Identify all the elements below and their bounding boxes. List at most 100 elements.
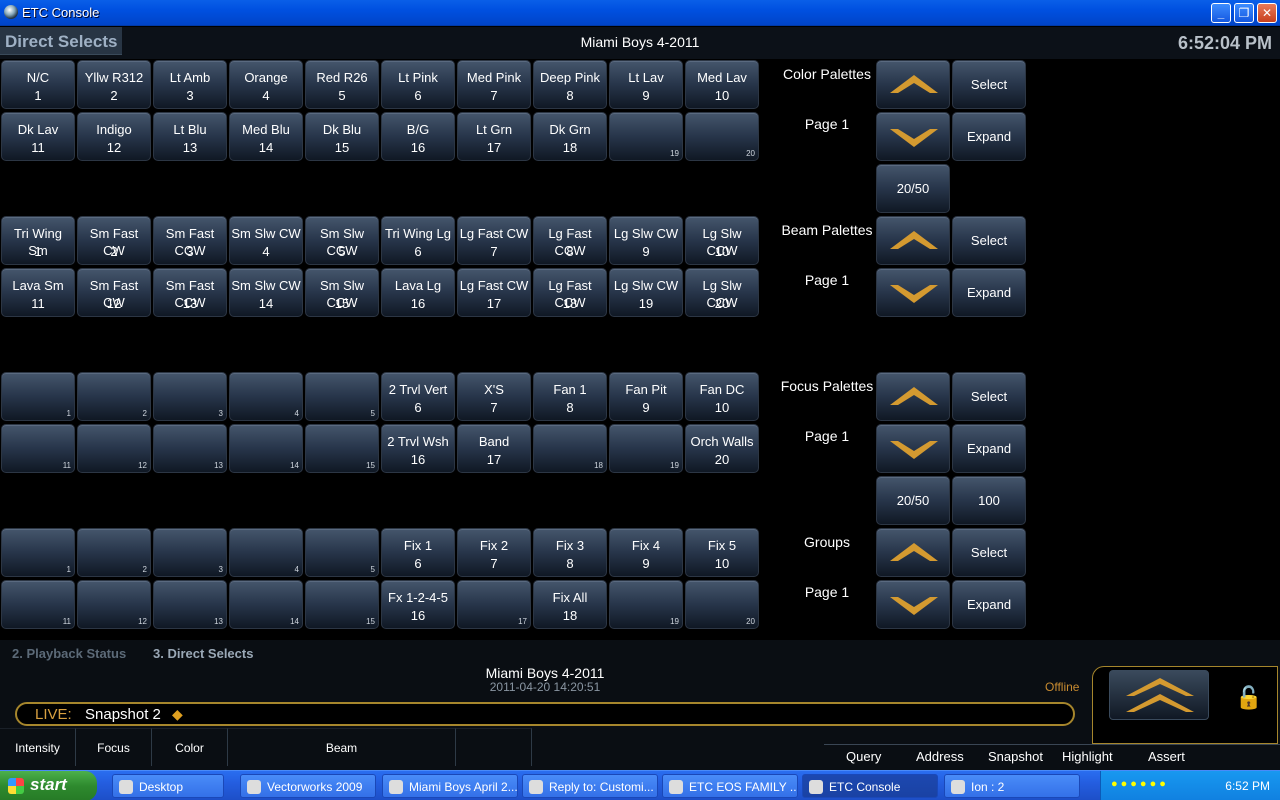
- groups-select-1[interactable]: 1: [1, 528, 75, 577]
- focus-select-4[interactable]: 4: [229, 372, 303, 421]
- groups-select-7[interactable]: Fix 2 7: [457, 528, 531, 577]
- beam-select-10[interactable]: Lg Slw CCW 10: [685, 216, 759, 265]
- focus-select-16[interactable]: 2 Trvl Wsh 16: [381, 424, 455, 473]
- category-focus[interactable]: Focus: [76, 728, 152, 766]
- beam-page-down-button[interactable]: [876, 268, 950, 317]
- beam-select-13[interactable]: Sm Fast CCW 13: [153, 268, 227, 317]
- beam-select-15[interactable]: Sm Slw CCW 15: [305, 268, 379, 317]
- task-vectorworks[interactable]: Vectorworks 2009: [240, 774, 376, 798]
- color-select-button[interactable]: Select: [952, 60, 1026, 109]
- mode-highlight[interactable]: Highlight: [1062, 749, 1113, 764]
- beam-expand-button[interactable]: Expand: [952, 268, 1026, 317]
- beam-select-3[interactable]: Sm Fast CCW 3: [153, 216, 227, 265]
- direct-selects-tab[interactable]: Direct Selects: [0, 27, 122, 55]
- tray-icons[interactable]: ●●●●●●: [1111, 778, 1169, 790]
- tab-direct-selects[interactable]: 3. Direct Selects: [153, 646, 253, 661]
- focus-select-10[interactable]: Fan DC 10: [685, 372, 759, 421]
- minimize-button[interactable]: _: [1211, 3, 1231, 23]
- beam-select-button[interactable]: Select: [952, 216, 1026, 265]
- groups-expand-button[interactable]: Expand: [952, 580, 1026, 629]
- focus-select-5[interactable]: 5: [305, 372, 379, 421]
- color-select-11[interactable]: Dk Lav 11: [1, 112, 75, 161]
- focus-select-2[interactable]: 2: [77, 372, 151, 421]
- color-select-4[interactable]: Orange 4: [229, 60, 303, 109]
- mode-assert[interactable]: Assert: [1148, 749, 1185, 764]
- task-ion[interactable]: Ion : 2: [944, 774, 1080, 798]
- groups-select-4[interactable]: 4: [229, 528, 303, 577]
- mode-snapshot[interactable]: Snapshot: [988, 749, 1043, 764]
- groups-select-10[interactable]: Fix 5 10: [685, 528, 759, 577]
- beam-select-2[interactable]: Sm Fast CW 2: [77, 216, 151, 265]
- groups-select-5[interactable]: 5: [305, 528, 379, 577]
- groups-select-6[interactable]: Fix 1 6: [381, 528, 455, 577]
- groups-select-16[interactable]: Fx 1-2-4-5 16: [381, 580, 455, 629]
- color-select-14[interactable]: Med Blu 14: [229, 112, 303, 161]
- close-button[interactable]: ✕: [1257, 3, 1277, 23]
- color-select-16[interactable]: B/G 16: [381, 112, 455, 161]
- groups-select-9[interactable]: Fix 4 9: [609, 528, 683, 577]
- color-select-2[interactable]: Yllw R312 2: [77, 60, 151, 109]
- groups-select-15[interactable]: 15: [305, 580, 379, 629]
- focus-select-3[interactable]: 3: [153, 372, 227, 421]
- focus-page-down-button[interactable]: [876, 424, 950, 473]
- groups-select-13[interactable]: 13: [153, 580, 227, 629]
- focus-count-button[interactable]: 100: [952, 476, 1026, 525]
- focus-select-17[interactable]: Band 17: [457, 424, 531, 473]
- groups-select-14[interactable]: 14: [229, 580, 303, 629]
- beam-page-up-button[interactable]: [876, 216, 950, 265]
- color-select-8[interactable]: Deep Pink 8: [533, 60, 607, 109]
- beam-select-18[interactable]: Lg Fast CCW 18: [533, 268, 607, 317]
- focus-select-1[interactable]: 1: [1, 372, 75, 421]
- color-expand-button[interactable]: Expand: [952, 112, 1026, 161]
- beam-select-5[interactable]: Sm Slw CCW 5: [305, 216, 379, 265]
- color-page-up-button[interactable]: [876, 60, 950, 109]
- task-etc-console[interactable]: ETC Console: [802, 774, 938, 798]
- groups-select-12[interactable]: 12: [77, 580, 151, 629]
- beam-select-17[interactable]: Lg Fast CW 17: [457, 268, 531, 317]
- beam-select-8[interactable]: Lg Fast CCW 8: [533, 216, 607, 265]
- color-select-7[interactable]: Med Pink 7: [457, 60, 531, 109]
- task-miami-boys[interactable]: Miami Boys April 2...: [382, 774, 518, 798]
- color-select-20[interactable]: 20: [685, 112, 759, 161]
- category-beam[interactable]: Beam: [228, 728, 456, 766]
- focus-select-18[interactable]: 18: [533, 424, 607, 473]
- color-page-down-button[interactable]: [876, 112, 950, 161]
- groups-select-17[interactable]: 17: [457, 580, 531, 629]
- color-select-10[interactable]: Med Lav 10: [685, 60, 759, 109]
- groups-select-8[interactable]: Fix 3 8: [533, 528, 607, 577]
- start-button[interactable]: start: [0, 771, 97, 800]
- focus-select-9[interactable]: Fan Pit 9: [609, 372, 683, 421]
- color-size-button[interactable]: 20/50: [876, 164, 950, 213]
- groups-select-button[interactable]: Select: [952, 528, 1026, 577]
- focus-select-13[interactable]: 13: [153, 424, 227, 473]
- maximize-button[interactable]: ❐: [1234, 3, 1254, 23]
- beam-select-12[interactable]: Sm Fast CW 12: [77, 268, 151, 317]
- category-color[interactable]: Color: [152, 728, 228, 766]
- color-select-5[interactable]: Red R26 5: [305, 60, 379, 109]
- groups-select-19[interactable]: 19: [609, 580, 683, 629]
- beam-select-7[interactable]: Lg Fast CW 7: [457, 216, 531, 265]
- color-select-6[interactable]: Lt Pink 6: [381, 60, 455, 109]
- mode-query[interactable]: Query: [846, 749, 881, 764]
- color-select-12[interactable]: Indigo 12: [77, 112, 151, 161]
- unlocked-icon[interactable]: 🔓: [1235, 685, 1262, 711]
- beam-select-6[interactable]: Tri Wing Lg 6: [381, 216, 455, 265]
- category-intensity[interactable]: Intensity: [0, 728, 76, 766]
- groups-select-2[interactable]: 2: [77, 528, 151, 577]
- focus-select-7[interactable]: X'S 7: [457, 372, 531, 421]
- color-select-19[interactable]: 19: [609, 112, 683, 161]
- groups-select-18[interactable]: Fix All 18: [533, 580, 607, 629]
- beam-select-11[interactable]: Lava Sm 11: [1, 268, 75, 317]
- beam-select-14[interactable]: Sm Slw CW 14: [229, 268, 303, 317]
- focus-select-6[interactable]: 2 Trvl Vert 6: [381, 372, 455, 421]
- task-reply[interactable]: Reply to: Customi...: [522, 774, 658, 798]
- focus-select-19[interactable]: 19: [609, 424, 683, 473]
- focus-select-15[interactable]: 15: [305, 424, 379, 473]
- focus-page-up-button[interactable]: [876, 372, 950, 421]
- focus-expand-button[interactable]: Expand: [952, 424, 1026, 473]
- focus-select-12[interactable]: 12: [77, 424, 151, 473]
- command-line[interactable]: LIVE: Snapshot 2 ◆: [15, 702, 1075, 726]
- groups-select-11[interactable]: 11: [1, 580, 75, 629]
- color-select-17[interactable]: Lt Grn 17: [457, 112, 531, 161]
- beam-select-20[interactable]: Lg Slw CCW 20: [685, 268, 759, 317]
